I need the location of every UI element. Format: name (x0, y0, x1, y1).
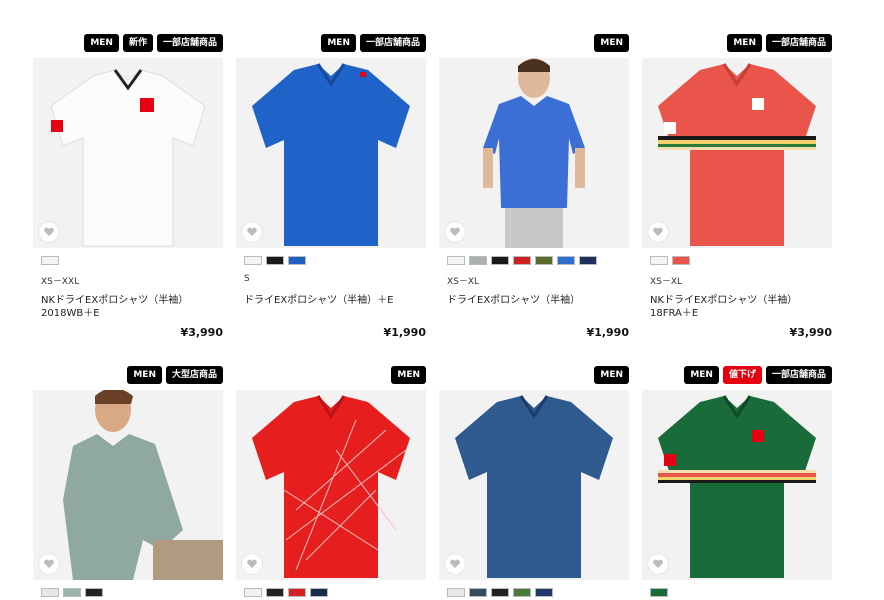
color-swatch[interactable] (244, 256, 262, 265)
badge-group: MEN (594, 366, 629, 384)
heart-icon[interactable] (39, 554, 59, 574)
model-blue-polo-image (439, 58, 629, 248)
badge: MEN (684, 366, 719, 384)
heart-icon[interactable] (648, 554, 668, 574)
badge-group: MEN 一部店舗商品 (321, 34, 426, 52)
color-swatch[interactable] (266, 256, 284, 265)
heart-icon[interactable] (242, 554, 262, 574)
color-swatch[interactable] (491, 588, 509, 597)
badge: MEN (727, 34, 762, 52)
model-mint-polo-image (33, 390, 223, 580)
badge-group: MEN (594, 34, 629, 52)
badge: 一部店舗商品 (765, 366, 832, 384)
color-swatch[interactable] (85, 588, 103, 597)
color-swatch[interactable] (266, 588, 284, 597)
color-swatch[interactable] (491, 256, 509, 265)
red-pattern-polo-image (236, 390, 426, 580)
product-image[interactable] (642, 58, 832, 248)
badge-group: MEN 新作 一部店舗商品 (84, 34, 223, 52)
product-name[interactable]: ドライEXポロシャツ（半袖） (447, 294, 622, 307)
color-swatch[interactable] (513, 256, 531, 265)
badge: MEN (391, 366, 426, 384)
product-image[interactable] (439, 58, 629, 248)
product-price: ¥3,990 (180, 326, 223, 339)
color-swatches (244, 256, 306, 265)
badge: 一部店舗商品 (359, 34, 426, 52)
color-swatch[interactable] (469, 588, 487, 597)
product-price: ¥3,990 (789, 326, 832, 339)
product-name[interactable]: NKドライEXポロシャツ（半袖）18FRA＋E (650, 294, 825, 320)
product-name[interactable]: NKドライEXポロシャツ（半袖）2018WB＋E (41, 294, 216, 320)
product-image[interactable] (439, 390, 629, 580)
navy-pattern-polo-image (439, 390, 629, 580)
product-image[interactable] (236, 390, 426, 580)
color-swatch[interactable] (579, 256, 597, 265)
color-swatch[interactable] (447, 256, 465, 265)
product-image[interactable] (236, 58, 426, 248)
size-range: S (244, 274, 250, 284)
color-swatch[interactable] (244, 588, 262, 597)
badge-group: MEN 値下げ 一部店舗商品 (684, 366, 832, 384)
green-polo-image (642, 390, 832, 580)
badge: 一部店舗商品 (156, 34, 223, 52)
product-name[interactable]: ドライEXポロシャツ（半袖）＋E (244, 294, 419, 307)
badge: 一部店舗商品 (765, 34, 832, 52)
product-image[interactable] (33, 58, 223, 248)
color-swatch[interactable] (310, 588, 328, 597)
badge: MEN (84, 34, 119, 52)
color-swatch[interactable] (513, 588, 531, 597)
badge: 大型店商品 (165, 366, 223, 384)
heart-icon[interactable] (39, 222, 59, 242)
badge: 新作 (122, 34, 153, 52)
badge: MEN (594, 366, 629, 384)
badge: 値下げ (722, 366, 762, 384)
color-swatch[interactable] (672, 256, 690, 265)
coral-polo-image (642, 58, 832, 248)
color-swatch[interactable] (288, 588, 306, 597)
product-price: ¥1,990 (383, 326, 426, 339)
color-swatches (447, 588, 553, 597)
product-price: ¥1,990 (586, 326, 629, 339)
color-swatch[interactable] (447, 588, 465, 597)
heart-icon[interactable] (242, 222, 262, 242)
color-swatches (447, 256, 597, 265)
heart-icon[interactable] (445, 554, 465, 574)
color-swatch[interactable] (288, 256, 306, 265)
color-swatch[interactable] (63, 588, 81, 597)
badge: MEN (321, 34, 356, 52)
color-swatches (41, 588, 103, 597)
color-swatches (650, 256, 690, 265)
size-range: XS－XXL (41, 277, 80, 287)
size-range: XS－XL (650, 277, 683, 287)
white-polo-image (33, 58, 223, 248)
color-swatch[interactable] (535, 588, 553, 597)
badge-group: MEN 一部店舗商品 (727, 34, 832, 52)
blue-polo-image (236, 58, 426, 248)
heart-icon[interactable] (648, 222, 668, 242)
heart-icon[interactable] (445, 222, 465, 242)
badge-group: MEN (391, 366, 426, 384)
color-swatch[interactable] (650, 256, 668, 265)
color-swatch[interactable] (535, 256, 553, 265)
color-swatch[interactable] (41, 256, 59, 265)
badge-group: MEN 大型店商品 (127, 366, 223, 384)
color-swatch[interactable] (41, 588, 59, 597)
product-image[interactable] (33, 390, 223, 580)
size-range: XS－XL (447, 277, 480, 287)
color-swatches (244, 588, 328, 597)
color-swatch[interactable] (650, 588, 668, 597)
badge: MEN (127, 366, 162, 384)
product-image[interactable] (642, 390, 832, 580)
color-swatches (650, 588, 668, 597)
color-swatches (41, 256, 59, 265)
color-swatch[interactable] (469, 256, 487, 265)
color-swatch[interactable] (557, 256, 575, 265)
badge: MEN (594, 34, 629, 52)
